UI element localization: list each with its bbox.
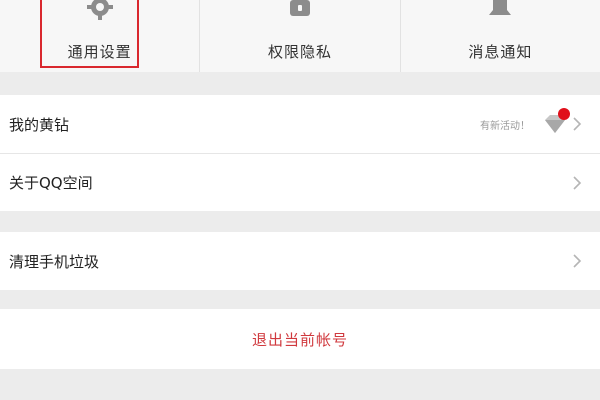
cleanup-group: 清理手机垃圾 [0,232,600,290]
yellow-diamond-row[interactable]: 我的黄钻 有新活动！ [0,95,600,153]
tab-label: 权限隐私 [267,43,332,61]
bell-icon [483,0,517,24]
settings-tab-bar: 通用设置 权限隐私 消息通知 [0,0,600,72]
tab-message-notifications[interactable]: 消息通知 [399,0,600,72]
clean-phone-junk-row[interactable]: 清理手机垃圾 [0,232,600,290]
chevron-right-icon [572,253,582,269]
gear-icon [83,0,117,24]
logout-group: 退出当前帐号 [0,309,600,369]
settings-screen: 通用设置 权限隐私 消息通知 我的黄钻 有新活动！ 关于QQ空间 清理手机垃圾 … [0,0,600,400]
tab-permissions-privacy[interactable]: 权限隐私 [199,0,399,72]
yellow-diamond-label: 我的黄钻 [9,115,70,134]
chevron-right-icon [572,116,582,132]
diamond-icon [542,108,570,134]
tab-label: 消息通知 [468,43,533,61]
account-info-group: 我的黄钻 有新活动！ 关于QQ空间 [0,95,600,211]
notification-dot [558,108,570,120]
chevron-right-icon [572,175,582,191]
logout-label: 退出当前帐号 [251,330,348,349]
tab-general-settings[interactable]: 通用设置 [0,0,199,72]
clean-phone-junk-label: 清理手机垃圾 [9,252,100,271]
logout-button[interactable]: 退出当前帐号 [0,309,600,369]
new-activity-hint: 有新活动！ [480,120,530,132]
lock-icon [283,0,317,24]
about-qzone-row[interactable]: 关于QQ空间 [0,153,600,211]
about-qzone-label: 关于QQ空间 [9,174,93,192]
tab-label: 通用设置 [67,43,132,61]
